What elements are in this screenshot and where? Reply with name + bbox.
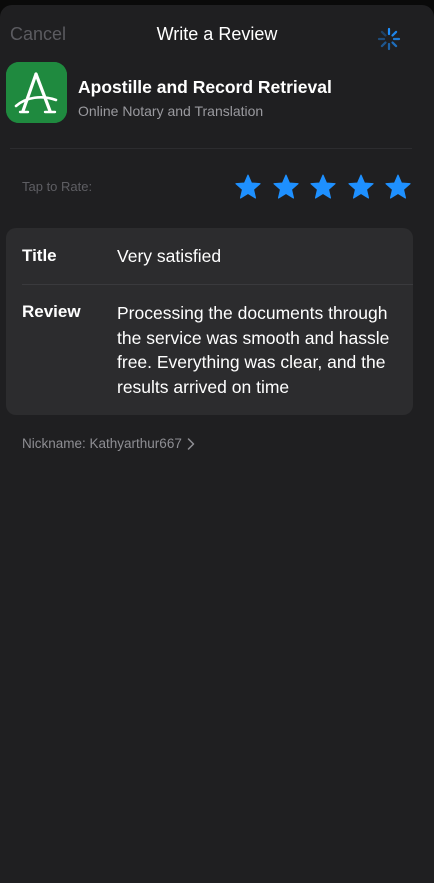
title-row[interactable]: Title Very satisfied	[6, 228, 413, 284]
star-icon[interactable]	[309, 173, 337, 201]
nickname-link[interactable]: Nickname: Kathyarthur667	[22, 436, 195, 451]
star-icon[interactable]	[384, 173, 412, 201]
app-subtitle: Online Notary and Translation	[78, 103, 264, 119]
star-icon[interactable]	[347, 173, 375, 201]
app-info: Apostille and Record Retrieval Online No…	[6, 62, 426, 126]
star-rating[interactable]	[234, 173, 412, 203]
section-divider	[10, 148, 412, 149]
review-label: Review	[22, 302, 81, 321]
write-review-sheet: Cancel Write a Review Apostille and Reco…	[0, 5, 434, 883]
title-input[interactable]: Very satisfied	[117, 246, 221, 267]
app-icon	[6, 62, 67, 123]
tap-to-rate-label: Tap to Rate:	[22, 179, 93, 194]
review-textarea[interactable]: Processing the documents through the ser…	[117, 301, 402, 399]
star-icon[interactable]	[272, 173, 300, 201]
activity-spinner-icon	[377, 27, 401, 51]
nickname-text: Nickname: Kathyarthur667	[22, 436, 182, 451]
review-row[interactable]: Review Processing the documents through …	[6, 285, 413, 415]
app-logo-letter-a-icon	[6, 62, 67, 123]
nav-header: Cancel Write a Review	[0, 5, 434, 61]
review-form-card: Title Very satisfied Review Processing t…	[6, 228, 413, 415]
title-label: Title	[22, 246, 57, 265]
cancel-button[interactable]: Cancel	[10, 24, 66, 45]
app-name: Apostille and Record Retrieval	[78, 77, 332, 97]
star-icon[interactable]	[234, 173, 262, 201]
chevron-right-icon	[187, 437, 195, 450]
